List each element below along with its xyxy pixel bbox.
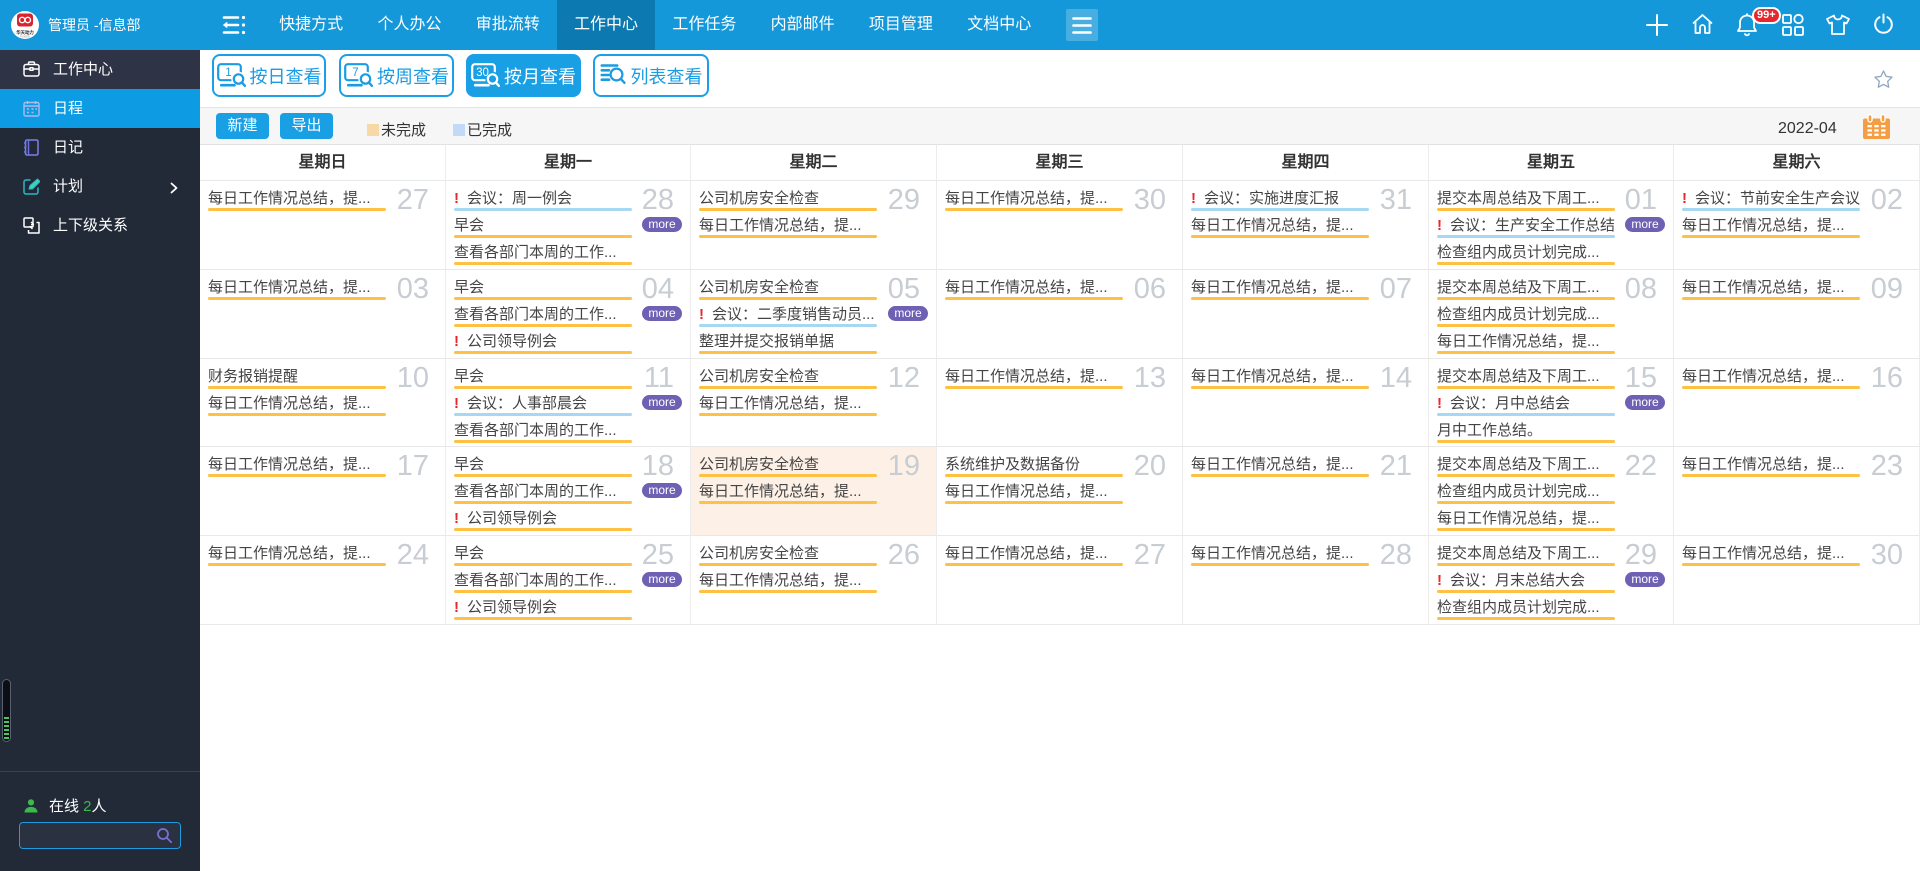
svg-text:POWER: POWER bbox=[20, 34, 30, 38]
svg-text:1: 1 bbox=[225, 67, 231, 79]
svg-text:7: 7 bbox=[352, 67, 358, 79]
